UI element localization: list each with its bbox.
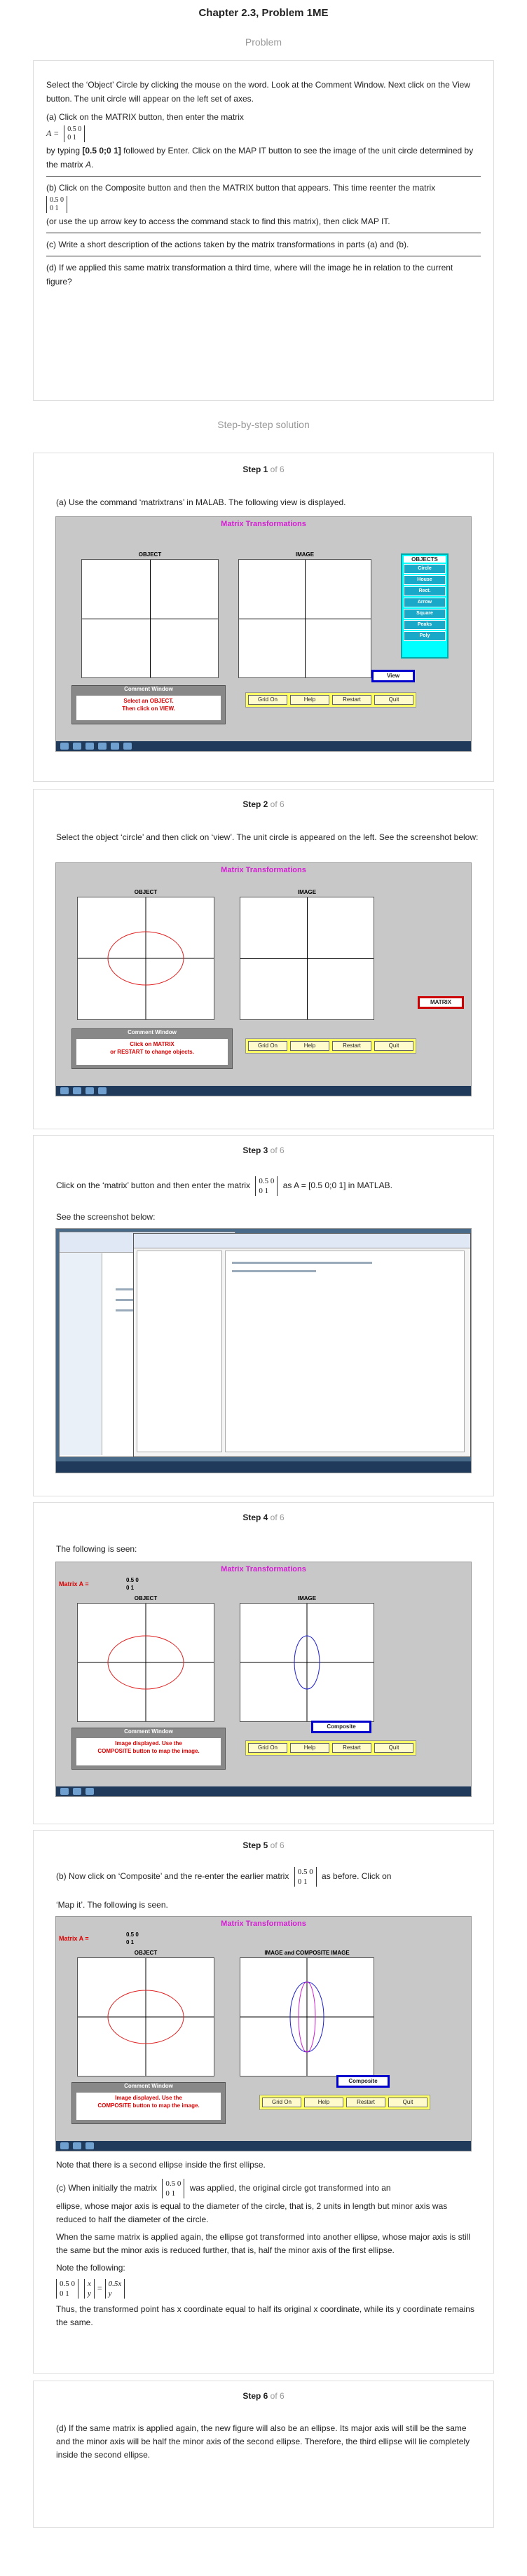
composite-button[interactable]: Composite	[311, 1721, 371, 1733]
problem-text: (d) If we applied this same matrix trans…	[46, 263, 453, 287]
object-plot: OBJECT	[77, 1950, 214, 2076]
restart-button[interactable]: Restart	[346, 2098, 385, 2107]
step-text: When the same matrix is applied again, t…	[56, 2232, 470, 2255]
image-composite-plot: IMAGE and COMPOSITE IMAGE	[240, 1950, 374, 2076]
step-card: Step 1 of 6 (a) Use the command ‘matrixt…	[33, 453, 494, 782]
object-plot: OBJECT	[81, 551, 219, 678]
grid-on-button[interactable]: Grid On	[248, 695, 287, 705]
step-text: (a) Use the command ‘matrixtrans’ in MAL…	[56, 497, 346, 507]
matrix: 0.5 00 1	[64, 125, 85, 142]
restart-button[interactable]: Restart	[332, 1041, 371, 1051]
problem-text: (or use the up arrow key to access the c…	[46, 216, 390, 226]
divider	[46, 176, 481, 177]
step-title: Step 5 of 6	[242, 1840, 285, 1850]
step-text: (c) When initially the matrix 0.5 00 1 w…	[56, 2179, 391, 2198]
solution-label: Step-by-step solution	[217, 419, 310, 430]
help-button[interactable]: Help	[290, 695, 329, 705]
composite-button[interactable]: Composite	[336, 2075, 390, 2088]
step-text: See the screenshot below:	[56, 1212, 156, 1222]
step-text: (d) If the same matrix is applied again,…	[56, 2423, 470, 2460]
grid-on-button[interactable]: Grid On	[248, 1041, 287, 1051]
matlab-screenshot: Matrix Transformations OBJECT IMAGE OBJE…	[55, 516, 472, 752]
comment-window: Comment Window Image displayed. Use the C…	[71, 2082, 226, 2124]
comment-window: Comment Window Select an OBJECT. Then cli…	[71, 685, 226, 724]
problem-card: Select the ‘Object’ Circle by clicking t…	[33, 60, 494, 401]
problem-text: (b) Click on the Composite button and th…	[46, 183, 436, 193]
taskbar	[56, 1086, 471, 1096]
quit-button[interactable]: Quit	[374, 1743, 413, 1753]
step-title: Step 1 of 6	[242, 464, 285, 474]
matlab-screenshot: Matrix Transformations Matrix A = 0.5 0 …	[55, 1562, 472, 1797]
matrix-equation: 0.5 00 1x y= 0.5x y	[56, 2278, 479, 2300]
desktop-screenshot	[55, 1228, 472, 1473]
step-text: ellipse, whose major axis is equal to th…	[56, 2201, 448, 2224]
step-text: Note the following:	[56, 2263, 125, 2273]
problem-text: Select the ‘Object’ Circle by clicking t…	[46, 80, 470, 104]
image-plot: IMAGE	[238, 551, 371, 678]
matlab-title: Matrix Transformations	[221, 520, 306, 528]
comment-window: Comment Window Click on MATRIX or RESTART…	[71, 1028, 233, 1069]
quit-button[interactable]: Quit	[388, 2098, 427, 2107]
matrix: 0.5 00 1	[46, 195, 481, 214]
object-plot: OBJECT	[77, 1595, 214, 1722]
object-poly-button[interactable]: Poly	[404, 631, 446, 641]
control-buttons: Grid On Help Restart Quit	[245, 1740, 416, 1756]
objects-panel: OBJECTS Circle House Rect. Arrow Square …	[401, 553, 449, 659]
image-plot: IMAGE	[240, 889, 374, 1020]
help-button[interactable]: Help	[290, 1041, 329, 1051]
step-title: Step 4 of 6	[242, 1513, 285, 1522]
step-title: Step 6 of 6	[242, 2391, 285, 2401]
step-card: Step 3 of 6 Click on the ‘matrix’ button…	[33, 1135, 494, 1496]
restart-button[interactable]: Restart	[332, 695, 371, 705]
object-arrow-button[interactable]: Arrow	[404, 598, 446, 607]
help-button[interactable]: Help	[290, 1743, 329, 1753]
problem-text: by typing [0.5 0;0 1] followed by Enter.…	[46, 146, 474, 170]
matrix-equation: A = 0.5 00 1	[46, 124, 481, 144]
view-button[interactable]: View	[371, 670, 415, 682]
step-card: Step 2 of 6 Select the object ‘circle’ a…	[33, 789, 494, 1129]
problem-label: Problem	[245, 36, 282, 48]
step-text: Click on the ‘matrix’ button and then en…	[56, 1176, 392, 1196]
step-text: (b) Now click on ‘Composite’ and the re-…	[56, 1867, 392, 1887]
control-buttons: Grid On Help Restart Quit	[245, 1038, 416, 1054]
quit-button[interactable]: Quit	[374, 695, 413, 705]
object-circle-button[interactable]: Circle	[404, 564, 446, 574]
step-card: Step 5 of 6 (b) Now click on ‘Composite’…	[33, 1830, 494, 2374]
object-rect-button[interactable]: Rect.	[404, 586, 446, 596]
matlab-screenshot: Matrix Transformations Matrix A = 0.5 0 …	[55, 1916, 472, 2151]
step-text: Select the object ‘circle’ and then clic…	[56, 832, 479, 842]
page-title: Chapter 2.3, Problem 1ME	[198, 7, 329, 19]
image-plot: IMAGE	[240, 1595, 374, 1722]
quit-button[interactable]: Quit	[374, 1041, 413, 1051]
step-text: ‘Map it’. The following is seen.	[56, 1900, 168, 1910]
comment-window: Comment Window Image displayed. Use the C…	[71, 1728, 226, 1770]
step-text: Note that there is a second ellipse insi…	[56, 2160, 266, 2170]
step-title: Step 2 of 6	[242, 799, 285, 809]
grid-on-button[interactable]: Grid On	[248, 1743, 287, 1753]
object-house-button[interactable]: House	[404, 575, 446, 585]
problem-text: (c) Write a short description of the act…	[46, 240, 409, 249]
step-text: The following is seen:	[56, 1544, 137, 1554]
matrix-button[interactable]: MATRIX	[418, 996, 464, 1009]
object-plot: OBJECT	[77, 889, 214, 1020]
step-title: Step 3 of 6	[242, 1145, 285, 1155]
step-card: Step 4 of 6 The following is seen: Matri…	[33, 1502, 494, 1824]
step-card: Step 6 of 6 (d) If the same matrix is ap…	[33, 2381, 494, 2528]
grid-on-button[interactable]: Grid On	[262, 2098, 301, 2107]
control-buttons: Grid On Help Restart Quit	[259, 2095, 430, 2110]
object-square-button[interactable]: Square	[404, 609, 446, 619]
problem-text: (a) Click on the MATRIX button, then ent…	[46, 112, 244, 122]
help-button[interactable]: Help	[304, 2098, 343, 2107]
restart-button[interactable]: Restart	[332, 1743, 371, 1753]
matlab-screenshot: Matrix Transformations OBJECT IMAGE MATR…	[55, 862, 472, 1096]
step-text: Thus, the transformed point has x coordi…	[56, 2304, 474, 2327]
control-buttons: Grid On Help Restart Quit	[245, 692, 416, 708]
taskbar	[56, 741, 471, 751]
object-peaks-button[interactable]: Peaks	[404, 620, 446, 630]
